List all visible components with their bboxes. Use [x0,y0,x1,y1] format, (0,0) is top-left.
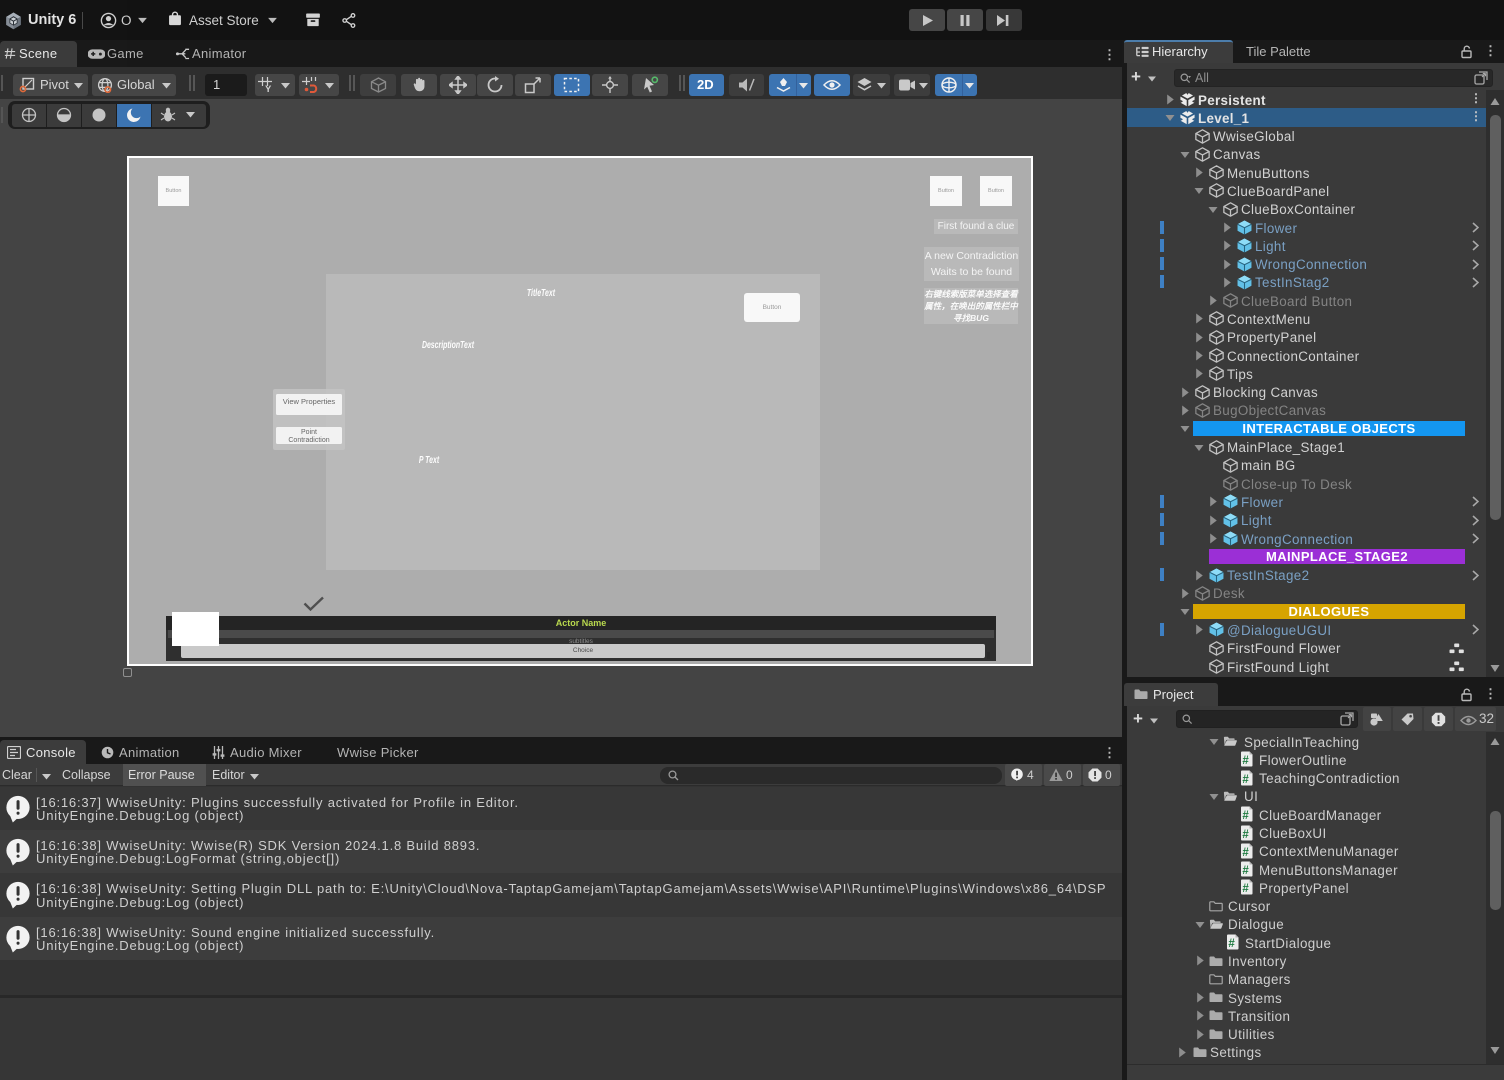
svg-text:Y: Y [265,84,272,93]
